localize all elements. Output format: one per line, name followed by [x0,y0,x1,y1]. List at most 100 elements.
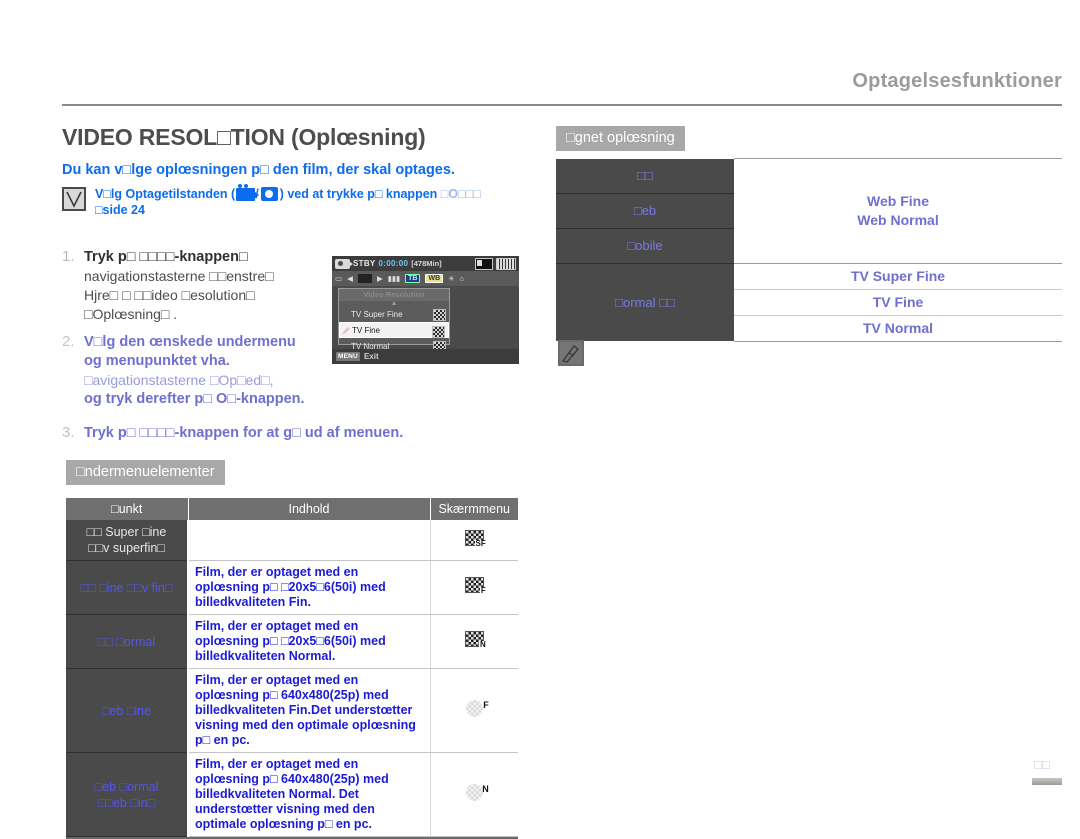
step-2-number: 2. [62,333,75,350]
note-pen-icon [558,340,584,366]
mode-note-text-a: V□lg Optagetilstanden ( [95,187,236,201]
lcd-status-bar: STBY 0:00:00 [478Min] [332,256,519,271]
lcd-menu-panel[interactable]: Video Resolution ▲ TV Super Fine TV Fine… [338,288,450,360]
osd-tag: F [483,699,489,710]
col-header-punkt: □unkt [66,498,189,520]
lcd-status-timecode: 0:00:00 [378,259,409,268]
quality-icon-f [432,326,445,338]
submenu-value-tv-fine: Film, der er optaget med en oplœsning p□… [188,560,431,615]
submenu-key-tv-super-fine: □□ Super □ine □□v superfin□ [66,520,189,561]
right-arrow-icon: ▶ [376,274,383,283]
table-row: □eb □ormal □□eb □in□ Film, der er optage… [66,752,518,837]
page-number: □□ [1034,757,1050,772]
lcd-menu-item-label: TV Fine [352,325,381,335]
suited-left-label-tv: □□ [556,158,734,194]
step-2-line-1: V□lg den œnskede undermenu [84,334,296,350]
submenu-osd-tv-normal: N [430,614,518,669]
step-1-line-1: Tryk p□ □□□□-knappen□ [84,249,248,265]
suited-right-web-normal: Web Normal [857,211,939,228]
suited-right-tv-fine: TV Fine [734,289,1062,316]
page-header-title: Optagelsesfunktioner [852,70,1062,92]
lcd-icon-bar: ▭ ◀ ▶ ▮▮▮ TB WB ✳ ⌂ [332,271,519,286]
checkmark-v-icon [62,187,86,211]
col-header-skaermmenu: Skærmmenu [430,498,518,520]
shutter-icon: ✳ [448,274,455,283]
lcd-menu-item-tv-fine[interactable]: TV Fine [339,322,449,338]
level-icon: ▮▮▮ [387,274,401,283]
suited-left-label-mobile: □obile [556,228,734,264]
mode-select-note: V□lg Optagetilstanden (/) ved at trykke … [62,184,552,218]
osd-tag: F [479,586,487,595]
suited-left-label-web: □eb [556,193,734,229]
submenu-key-line-1: □□ □ine □□v fin□ [80,580,173,595]
mode-note-text-b: ) ved at trykke p□ knappen [279,187,438,201]
camcorder-icon [236,184,260,201]
step-2-line-4: og tryk derefter p□ O□-knappen. [84,391,305,407]
submenu-key-tv-fine: □□ □ine □□v fin□ [66,560,189,615]
table-row: □ormal □□ TV Super Fine [556,262,1062,341]
suited-right-web-fine: Web Fine [867,192,929,209]
suited-right-tv-normal: TV Normal [734,315,1062,342]
lcd-status-capacity: [478Min] [411,259,442,268]
mode-note-tail: □O□□□ [440,187,481,201]
sd-card-icon [475,257,493,270]
step-3: 3. Tryk p□ □□□□-knappen for at g□ ud af … [62,424,492,443]
mode-note-page-ref: □side 24 [95,203,145,217]
osd-tag: N [478,640,487,649]
table-row: □□ Web Fine Web Normal [556,158,1062,263]
step-2-line-3: □avigationstasterne □Op□ed□, [84,372,274,388]
web-quality-icon: N [465,783,489,801]
submenu-items-table: □unkt Indhold Skærmmenu □□ Super □ine □□… [66,498,518,839]
battery-icon [496,257,516,270]
submenu-osd-tv-super-fine: SF [430,520,518,561]
step-2-line-2: og menupunktet vha. [84,353,230,369]
submenu-value-web-fine: Film, der er optaget med en oplœsning p□… [188,668,431,753]
step-2: 2. V□lg den œnskede undermenu og menupun… [62,333,362,409]
left-arrow-icon: ◀ [347,274,353,283]
tb-icon: TB [405,274,421,283]
table-row: □□ □ine □□v fin□ Film, der er optaget me… [66,560,518,615]
submenu-key-line-1: □eb □ine [101,703,152,718]
suited-resolution-caption: □gnet oplœsning [556,126,685,151]
osd-tag: N [482,783,489,794]
lcd-screen: STBY 0:00:00 [478Min] ▭ ◀ ▶ ▮▮▮ TB WB ✳ … [332,256,519,364]
tape-icon: ▭ [335,274,343,283]
header-divider [62,104,1062,106]
step-1-line-2: navigationstasterne □□enstre□ [84,268,274,284]
osd-tag: SF [474,538,487,548]
submenu-value-web-normal: Film, der er optaget med en oplœsning p□… [188,752,431,837]
submenu-value-tv-normal: Film, der er optaget med en oplœsning p□… [188,614,431,669]
suited-right-tv-super-fine: TV Super Fine [734,262,1062,290]
menu-key-badge[interactable]: MENU [336,352,360,361]
lcd-menu-item-label: TV Super Fine [351,309,403,319]
lcd-menu-item-tv-super-fine[interactable]: TV Super Fine [339,306,449,322]
table-header-row: □unkt Indhold Skærmmenu [66,498,518,520]
pen-marker-icon [342,327,350,334]
section-title: VIDEO RESOL□TION (Oplœsning) [62,124,426,150]
step-1-number: 1. [62,248,75,265]
quality-icon-sf [433,309,446,321]
suited-resolution-table: □□ Web Fine Web Normal □eb □obile □ormal… [556,158,1062,342]
col-header-indhold: Indhold [188,498,431,520]
focus-icon: ⌂ [459,274,464,283]
submenu-osd-web-normal: N [430,752,518,837]
camera-lcd-screenshot: STBY 0:00:00 [478Min] ▭ ◀ ▶ ▮▮▮ TB WB ✳ … [329,253,522,367]
submenu-osd-web-fine: F [430,668,518,753]
submenu-key-line-1: □□ □ormal [97,634,156,649]
step-1-line-3: Hjre□ □ □□ideo □esolution□ [84,287,255,303]
submenu-key-line-2: □□v superfin□ [88,541,165,555]
wb-icon: WB [425,274,444,283]
lcd-bottom-bar: MENU Exit [332,349,519,364]
table-row: □□ Super □ine □□v superfin□ SF [66,520,518,561]
suited-left-label-normal: □ormal □□ [556,263,734,341]
camcorder-mode-icon [335,258,353,269]
submenu-key-web-normal: □eb □ormal □□eb □in□ [66,752,189,837]
submenu-key-line-1: □eb □ormal [94,779,159,794]
step-1-line-4: □Oplœsning□ . [84,306,178,322]
section-lead-text: Du kan v□lge oplœsningen p□ den film, de… [62,162,455,178]
lcd-status-stby: STBY [353,259,376,268]
web-quality-icon: F [465,699,489,717]
submenu-items-caption: □ndermenuelementer [66,460,225,485]
submenu-key-line-2: □□eb □in□ [97,795,156,810]
selected-mode-icon [357,274,372,283]
